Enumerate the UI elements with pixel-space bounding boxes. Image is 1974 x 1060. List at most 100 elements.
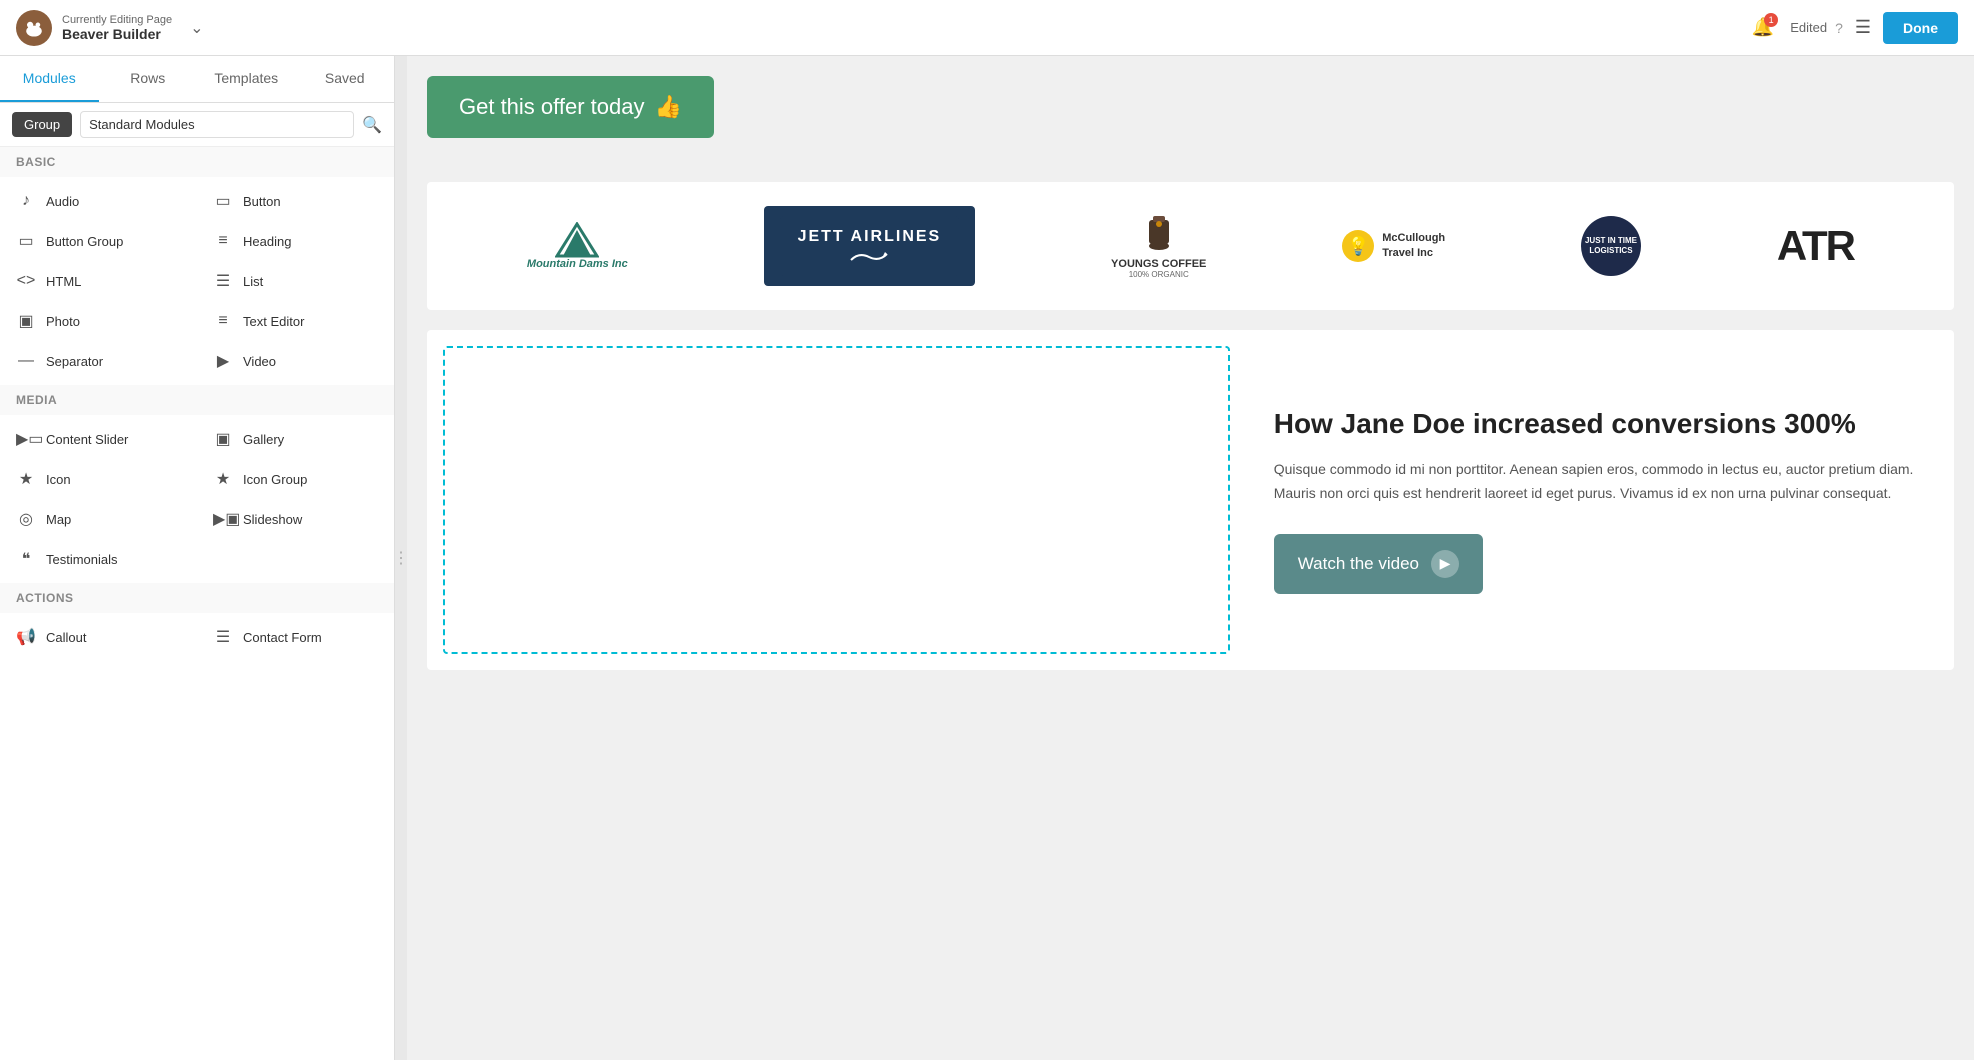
app-name-label: Beaver Builder xyxy=(62,26,172,42)
offer-button[interactable]: Get this offer today 👍 xyxy=(427,76,714,138)
header: Currently Editing Page Beaver Builder ⌄ … xyxy=(0,0,1974,56)
actions-modules-grid: 📢 Callout ☰ Contact Form xyxy=(0,613,394,661)
module-photo[interactable]: ▣ Photo xyxy=(0,301,197,341)
icon-icon: ★ xyxy=(16,469,36,489)
module-callout[interactable]: 📢 Callout xyxy=(0,617,197,657)
separator-icon: — xyxy=(16,352,36,370)
tab-saved[interactable]: Saved xyxy=(296,56,395,102)
tab-templates[interactable]: Templates xyxy=(197,56,296,102)
module-button-group[interactable]: ▭ Button Group xyxy=(0,221,197,261)
body: Modules Rows Templates Saved Group Stand… xyxy=(0,56,1974,1060)
module-callout-label: Callout xyxy=(46,630,86,645)
module-list-label: List xyxy=(243,274,263,289)
logos-row: Mountain Dams Inc JETT AIRLINES xyxy=(427,182,1954,310)
mountain-dams-label: Mountain Dams Inc xyxy=(527,258,628,270)
arrow-circle-icon: ▶ xyxy=(1431,550,1459,578)
module-contact-form[interactable]: ☰ Contact Form xyxy=(197,617,394,657)
module-list: Basic ♪ Audio ▭ Button ▭ Button Group ≡ … xyxy=(0,147,394,1060)
two-col-section: How Jane Doe increased conversions 300% … xyxy=(427,330,1954,670)
module-text-editor-label: Text Editor xyxy=(243,314,304,329)
sidebar-resize-handle[interactable] xyxy=(395,56,407,1060)
edited-label: Edited xyxy=(1790,20,1827,35)
logo-mccullough-travel: 💡 McCulloughTravel Inc xyxy=(1342,230,1445,262)
module-button[interactable]: ▭ Button xyxy=(197,181,394,221)
chevron-down-icon[interactable]: ⌄ xyxy=(190,18,203,38)
module-testimonials[interactable]: ❝ Testimonials xyxy=(0,539,197,579)
section-basic-header: Basic xyxy=(0,147,394,177)
audio-icon: ♪ xyxy=(16,192,36,210)
bell-badge: 1 xyxy=(1764,13,1778,27)
logo-jett-airlines: JETT AIRLINES xyxy=(764,206,976,286)
media-modules-grid: ▶▭ Content Slider ▣ Gallery ★ Icon ★ Ico… xyxy=(0,415,394,583)
module-heading[interactable]: ≡ Heading xyxy=(197,221,394,261)
canvas: Get this offer today 👍 Mountain Dams Inc xyxy=(407,56,1974,1060)
logo-just-in-time: JUST IN TIMELOGISTICS xyxy=(1581,216,1641,276)
module-html[interactable]: <> HTML xyxy=(0,261,197,301)
notifications-bell[interactable]: 🔔 1 xyxy=(1752,17,1774,38)
module-button-group-label: Button Group xyxy=(46,234,123,249)
list-icon: ☰ xyxy=(213,271,233,291)
search-icon: 🔍 xyxy=(362,117,382,134)
module-gallery[interactable]: ▣ Gallery xyxy=(197,419,394,459)
conversion-heading: How Jane Doe increased conversions 300% xyxy=(1274,406,1926,442)
mccullough-text: McCulloughTravel Inc xyxy=(1382,231,1445,262)
text-editor-icon: ≡ xyxy=(213,312,233,330)
header-text: Currently Editing Page Beaver Builder xyxy=(62,14,172,42)
mccullough-icon: 💡 xyxy=(1342,230,1374,262)
jett-sub xyxy=(798,250,942,264)
done-button[interactable]: Done xyxy=(1883,12,1958,44)
currently-editing-label: Currently Editing Page xyxy=(62,14,172,26)
slideshow-icon: ▶▣ xyxy=(213,509,233,529)
module-content-slider[interactable]: ▶▭ Content Slider xyxy=(0,419,197,459)
basic-modules-grid: ♪ Audio ▭ Button ▭ Button Group ≡ Headin… xyxy=(0,177,394,385)
callout-icon: 📢 xyxy=(16,627,36,647)
logo-youngs-coffee: YOUNGS COFFEE 100% ORGANIC xyxy=(1111,214,1206,279)
filter-row: Group Standard Modules 🔍 xyxy=(0,103,394,147)
module-map[interactable]: ◎ Map xyxy=(0,499,197,539)
youngs-coffee-label: YOUNGS COFFEE xyxy=(1111,258,1206,270)
module-type-select[interactable]: Standard Modules xyxy=(80,111,354,138)
heading-icon: ≡ xyxy=(213,232,233,250)
tab-rows[interactable]: Rows xyxy=(99,56,198,102)
search-icon-button[interactable]: 🔍 xyxy=(362,115,382,135)
module-icon-label: Icon xyxy=(46,472,71,487)
section-actions-header: Actions xyxy=(0,583,394,613)
module-video[interactable]: ▶ Video xyxy=(197,341,394,381)
watch-video-button[interactable]: Watch the video ▶ xyxy=(1274,534,1483,594)
logo-area: Currently Editing Page Beaver Builder ⌄ xyxy=(16,10,203,46)
module-html-label: HTML xyxy=(46,274,81,289)
group-button[interactable]: Group xyxy=(12,112,72,137)
module-gallery-label: Gallery xyxy=(243,432,284,447)
module-separator-label: Separator xyxy=(46,354,103,369)
module-separator[interactable]: — Separator xyxy=(0,341,197,381)
button-icon: ▭ xyxy=(213,191,233,211)
module-button-label: Button xyxy=(243,194,281,209)
module-content-slider-label: Content Slider xyxy=(46,432,128,447)
thumbs-up-icon: 👍 xyxy=(654,94,681,120)
video-placeholder[interactable] xyxy=(443,346,1230,654)
module-audio[interactable]: ♪ Audio xyxy=(0,181,197,221)
module-icon-group-label: Icon Group xyxy=(243,472,307,487)
map-icon: ◎ xyxy=(16,509,36,529)
module-testimonials-label: Testimonials xyxy=(46,552,118,567)
module-icon[interactable]: ★ Icon xyxy=(0,459,197,499)
tab-modules[interactable]: Modules xyxy=(0,56,99,102)
sidebar-tabs: Modules Rows Templates Saved xyxy=(0,56,394,103)
module-audio-label: Audio xyxy=(46,194,79,209)
text-column: How Jane Doe increased conversions 300% … xyxy=(1246,330,1954,670)
logo-atr: ATR xyxy=(1777,222,1854,270)
module-list[interactable]: ☰ List xyxy=(197,261,394,301)
logo-mountain-dams: Mountain Dams Inc xyxy=(527,222,628,270)
module-slideshow-label: Slideshow xyxy=(243,512,302,527)
app-logo xyxy=(16,10,52,46)
help-icon[interactable]: ? xyxy=(1835,20,1843,36)
contact-form-icon: ☰ xyxy=(213,627,233,647)
hamburger-icon[interactable]: ☰ xyxy=(1855,17,1871,38)
module-slideshow[interactable]: ▶▣ Slideshow xyxy=(197,499,394,539)
conversion-body: Quisque commodo id mi non porttitor. Aen… xyxy=(1274,458,1926,506)
sidebar: Modules Rows Templates Saved Group Stand… xyxy=(0,56,395,1060)
module-text-editor[interactable]: ≡ Text Editor xyxy=(197,301,394,341)
section-media-header: Media xyxy=(0,385,394,415)
jett-name: JETT AIRLINES xyxy=(798,228,942,246)
module-icon-group[interactable]: ★ Icon Group xyxy=(197,459,394,499)
